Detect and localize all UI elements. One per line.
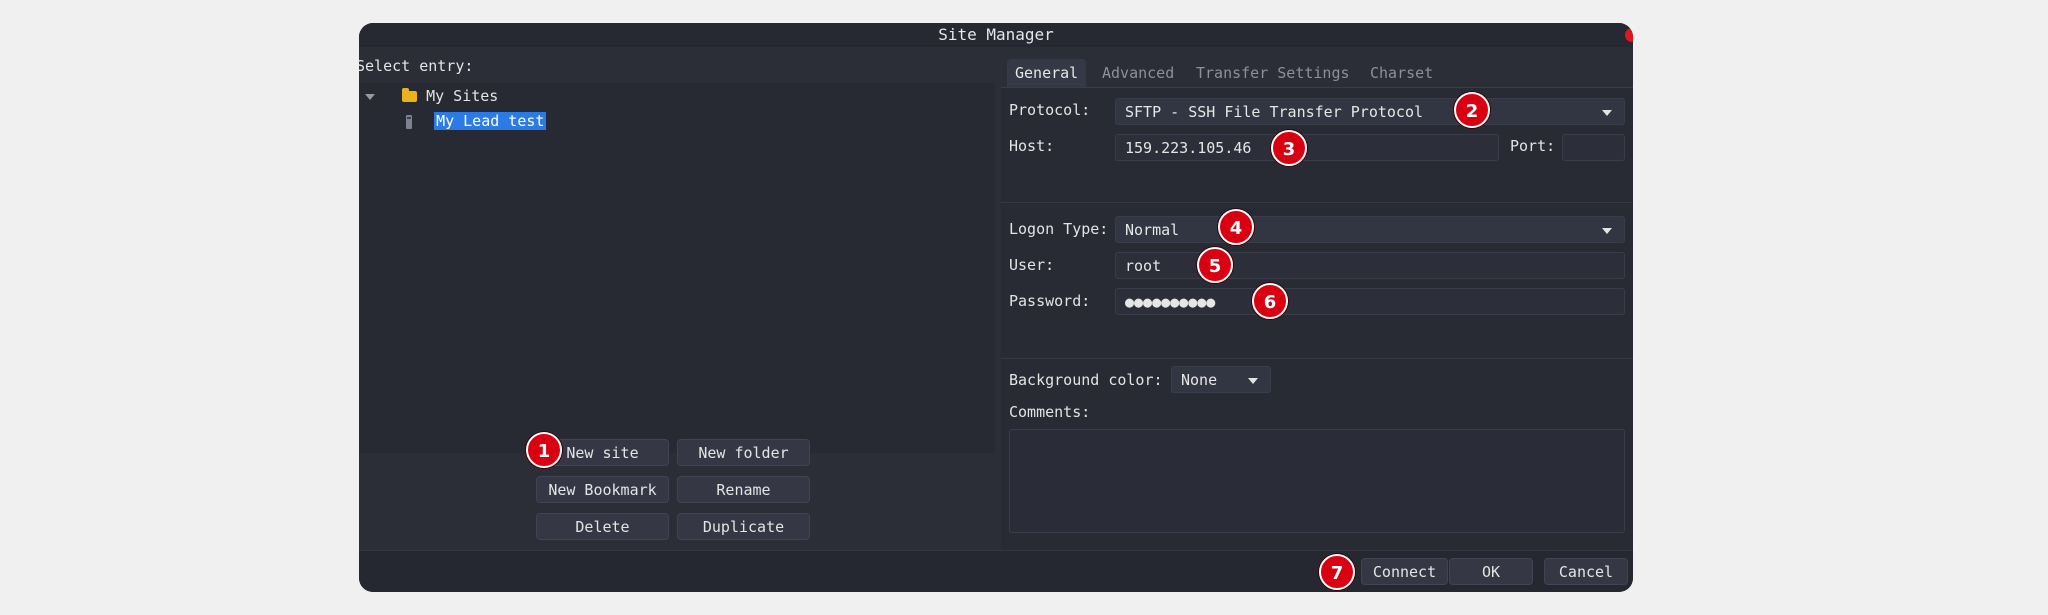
tab-transfer-settings[interactable]: Transfer Settings bbox=[1188, 59, 1358, 87]
new-bookmark-button[interactable]: New Bookmark bbox=[536, 476, 669, 503]
annotation-badge-1: 1 bbox=[526, 432, 562, 468]
background-color-label: Background color: bbox=[1009, 371, 1163, 389]
protocol-value: SFTP - SSH File Transfer Protocol bbox=[1125, 103, 1424, 121]
comments-textarea[interactable] bbox=[1009, 429, 1625, 533]
close-icon[interactable] bbox=[1625, 28, 1633, 42]
delete-button[interactable]: Delete bbox=[536, 513, 669, 540]
tab-general[interactable]: General bbox=[1007, 59, 1087, 87]
annotation-badge-4: 4 bbox=[1218, 209, 1254, 245]
logon-type-label: Logon Type: bbox=[1009, 220, 1109, 238]
tab-charset[interactable]: Charset bbox=[1362, 59, 1441, 87]
comments-label: Comments: bbox=[1009, 403, 1091, 421]
host-label: Host: bbox=[1009, 137, 1055, 155]
rename-button[interactable]: Rename bbox=[677, 476, 810, 503]
window-title: Site Manager bbox=[938, 25, 1054, 44]
site-tree[interactable]: My Sites My Lead test bbox=[359, 83, 995, 453]
folder-icon bbox=[402, 88, 418, 102]
annotation-badge-7: 7 bbox=[1319, 554, 1355, 590]
site-manager-window: Site Manager Select entry: My Sites My L… bbox=[359, 23, 1633, 592]
logon-type-select[interactable]: Normal bbox=[1115, 216, 1625, 243]
cancel-button[interactable]: Cancel bbox=[1544, 558, 1628, 585]
password-field[interactable]: ●●●●●●●●●● bbox=[1115, 288, 1625, 315]
chevron-down-icon bbox=[1602, 110, 1612, 116]
protocol-label: Protocol: bbox=[1009, 101, 1091, 119]
annotation-badge-2: 2 bbox=[1454, 92, 1490, 128]
tab-advanced[interactable]: Advanced bbox=[1094, 59, 1182, 87]
background-color-value: None bbox=[1181, 371, 1218, 389]
annotation-badge-6: 6 bbox=[1252, 283, 1288, 319]
annotation-badge-3: 3 bbox=[1271, 130, 1307, 166]
annotation-badge-5: 5 bbox=[1197, 247, 1233, 283]
password-label: Password: bbox=[1009, 292, 1091, 310]
site-label: My Lead test bbox=[434, 112, 547, 130]
user-label: User: bbox=[1009, 256, 1055, 274]
select-entry-label: Select entry: bbox=[359, 57, 474, 75]
server-icon bbox=[406, 114, 412, 129]
connect-button[interactable]: Connect bbox=[1361, 558, 1448, 585]
background-color-select[interactable]: None bbox=[1171, 366, 1271, 393]
folder-label: My Sites bbox=[426, 87, 499, 105]
chevron-down-icon bbox=[1602, 228, 1612, 234]
ok-button[interactable]: OK bbox=[1449, 558, 1533, 585]
tree-item-my-sites[interactable]: My Sites bbox=[365, 85, 498, 107]
port-field[interactable] bbox=[1562, 134, 1625, 161]
divider bbox=[1001, 202, 1633, 203]
host-field[interactable]: 159.223.105.46 bbox=[1115, 134, 1499, 161]
port-label: Port: bbox=[1510, 137, 1556, 155]
duplicate-button[interactable]: Duplicate bbox=[677, 513, 810, 540]
title-bar: Site Manager bbox=[359, 23, 1633, 47]
protocol-select[interactable]: SFTP - SSH File Transfer Protocol bbox=[1115, 98, 1625, 125]
user-field[interactable]: root bbox=[1115, 252, 1625, 279]
divider bbox=[1001, 358, 1633, 359]
new-folder-button[interactable]: New folder bbox=[677, 439, 810, 466]
chevron-down-icon bbox=[1248, 378, 1258, 384]
tree-item-site[interactable]: My Lead test bbox=[406, 110, 547, 132]
expand-triangle-icon[interactable] bbox=[365, 93, 375, 100]
logon-type-value: Normal bbox=[1125, 221, 1180, 239]
